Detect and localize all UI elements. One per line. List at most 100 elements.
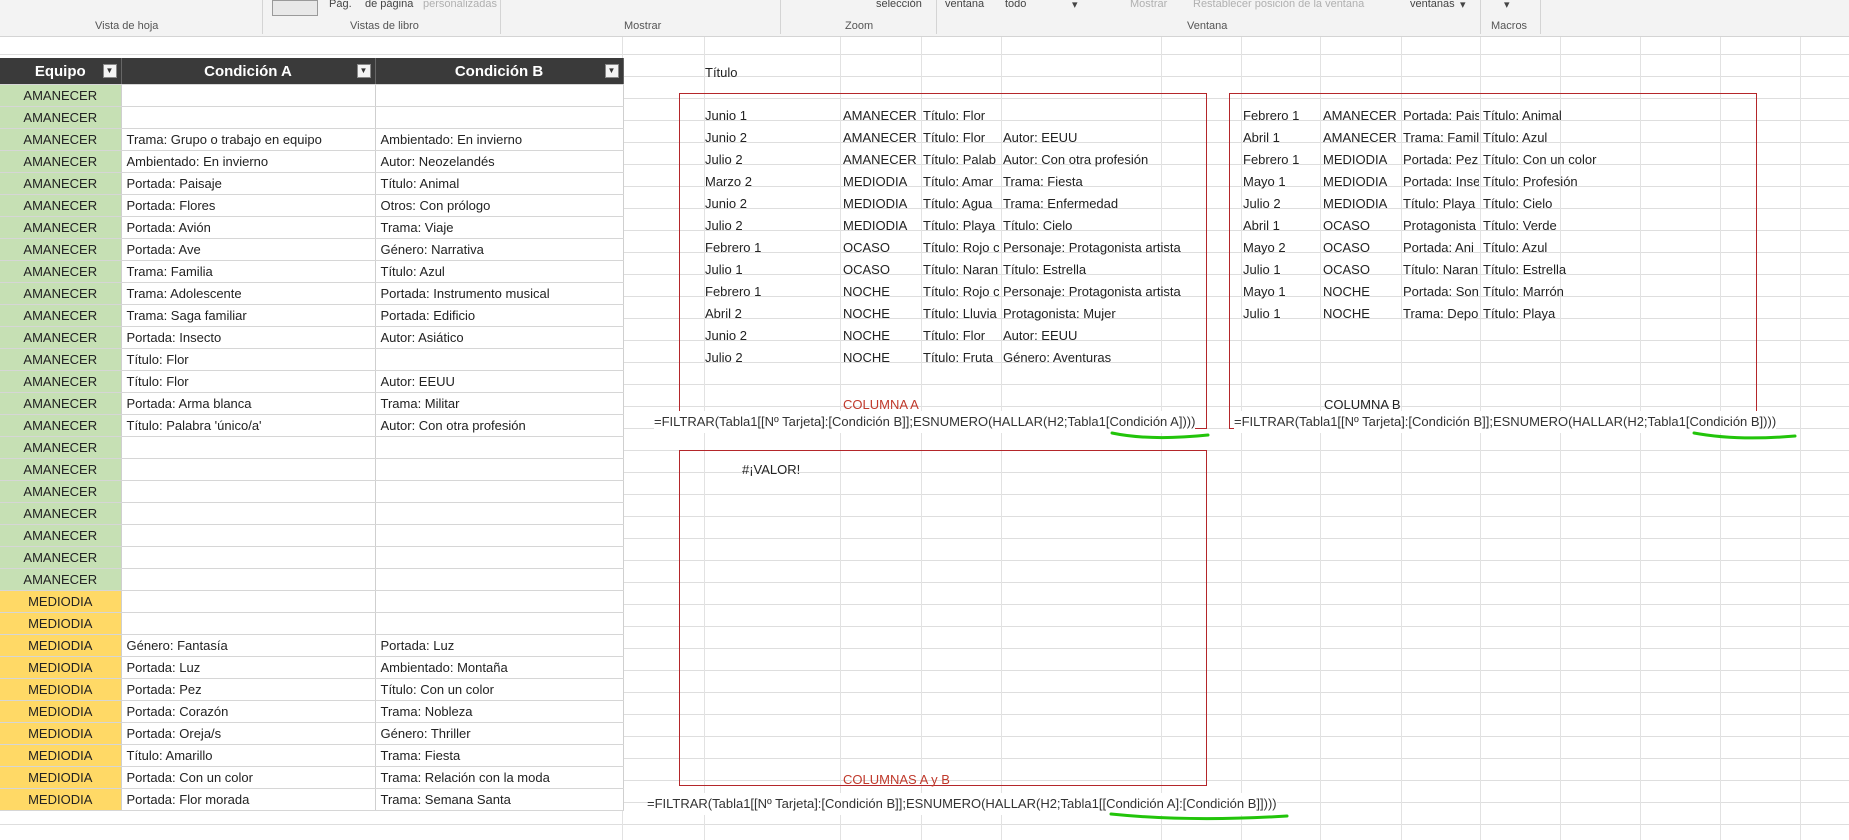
result-cell[interactable]: Título: Flor	[923, 326, 999, 346]
condition-a-cell[interactable]	[121, 106, 376, 129]
team-cell[interactable]: AMANECER	[0, 502, 122, 525]
page-layout-thumbnail[interactable]	[272, 0, 318, 16]
result-cell[interactable]: Título: Cielo	[1003, 216, 1199, 236]
result-cell[interactable]: NOCHE	[843, 304, 919, 324]
result-cell[interactable]: Título: Animal	[1483, 106, 1729, 126]
result-cell[interactable]: OCASO	[1323, 216, 1399, 236]
condition-b-cell[interactable]	[375, 106, 624, 129]
result-cell[interactable]: Mayo 1	[1243, 172, 1319, 192]
condition-a-cell[interactable]: Título: Amarillo	[121, 744, 376, 767]
result-cell[interactable]: Portada: Inse	[1403, 172, 1479, 192]
team-cell[interactable]: AMANECER	[0, 414, 122, 437]
result-cell[interactable]: AMANECER	[1323, 106, 1399, 126]
result-cell[interactable]: Junio 2	[705, 128, 839, 148]
result-cell[interactable]: Título: Azul	[1483, 238, 1729, 258]
team-cell[interactable]: AMANECER	[0, 84, 122, 107]
condition-b-cell[interactable]: Trama: Viaje	[375, 216, 624, 239]
result-cell[interactable]: Autor: EEUU	[1003, 326, 1199, 346]
condition-a-cell[interactable]	[121, 480, 376, 503]
condition-a-cell[interactable]: Portada: Luz	[121, 656, 376, 679]
result-cell[interactable]: Junio 2	[705, 194, 839, 214]
condition-b-cell[interactable]	[375, 84, 624, 107]
condition-b-cell[interactable]: Trama: Nobleza	[375, 700, 624, 723]
team-cell[interactable]: MEDIODIA	[0, 634, 122, 657]
result-cell[interactable]: Junio 2	[705, 326, 839, 346]
team-cell[interactable]: AMANECER	[0, 172, 122, 195]
worksheet[interactable]: Equipo ▼ Condición A ▼ Condición B ▼ AMANEC…	[0, 37, 1849, 840]
team-cell[interactable]: AMANECER	[0, 524, 122, 547]
condition-b-cell[interactable]: Trama: Relación con la moda	[375, 766, 624, 789]
condition-a-cell[interactable]: Título: Flor	[121, 348, 376, 371]
result-cell[interactable]: Título: Profesión	[1483, 172, 1729, 192]
team-cell[interactable]: AMANECER	[0, 392, 122, 415]
result-cell[interactable]: OCASO	[843, 260, 919, 280]
result-cell[interactable]: Título: Azul	[1483, 128, 1729, 148]
condition-a-cell[interactable]: Portada: Arma blanca	[121, 392, 376, 415]
ribbon-text-mostrar[interactable]: Mostrar	[1130, 0, 1167, 10]
ribbon-text-restablecer[interactable]: Restablecer posición de la ventana	[1193, 0, 1364, 10]
team-cell[interactable]: AMANECER	[0, 348, 122, 371]
condition-a-cell[interactable]	[121, 612, 376, 635]
result-cell[interactable]: Título: Flor	[923, 128, 999, 148]
condition-b-cell[interactable]	[375, 590, 624, 613]
result-cell[interactable]	[1003, 106, 1199, 126]
condition-b-cell[interactable]	[375, 348, 624, 371]
result-cell[interactable]: AMANECER	[843, 106, 919, 126]
chevron-down-icon[interactable]: ▾	[1072, 0, 1078, 11]
result-cell[interactable]: Título: Amar	[923, 172, 999, 192]
result-cell[interactable]: MEDIODIA	[1323, 194, 1399, 214]
cell-titulo[interactable]: Título	[705, 63, 738, 83]
team-cell[interactable]: MEDIODIA	[0, 766, 122, 789]
chevron-down-icon[interactable]: ▾	[1504, 0, 1510, 11]
header-condicion-b[interactable]: Condición B ▼	[375, 58, 624, 85]
condition-b-cell[interactable]: Autor: Con otra profesión	[375, 414, 624, 437]
result-cell[interactable]: Portada: Ani	[1403, 238, 1479, 258]
result-cell[interactable]: MEDIODIA	[1323, 150, 1399, 170]
condition-a-cell[interactable]: Portada: Insecto	[121, 326, 376, 349]
result-cell[interactable]: Julio 2	[1243, 194, 1319, 214]
header-equipo[interactable]: Equipo ▼	[0, 58, 122, 85]
condition-b-cell[interactable]: Ambientado: En invierno	[375, 128, 624, 151]
result-cell[interactable]: Marzo 2	[705, 172, 839, 192]
team-cell[interactable]: AMANECER	[0, 326, 122, 349]
result-cell[interactable]: Título: Lluvia	[923, 304, 999, 324]
result-cell[interactable]: Personaje: Protagonista artista	[1003, 238, 1199, 258]
condition-a-cell[interactable]: Trama: Grupo o trabajo en equipo	[121, 128, 376, 151]
result-cell[interactable]: Título: Fruta	[923, 348, 999, 368]
result-cell[interactable]: Título: Cielo	[1483, 194, 1729, 214]
result-cell[interactable]: Título: Playa	[923, 216, 999, 236]
result-cell[interactable]: Febrero 1	[705, 238, 839, 258]
condition-b-cell[interactable]	[375, 436, 624, 459]
condition-b-cell[interactable]	[375, 612, 624, 635]
team-cell[interactable]: AMANECER	[0, 194, 122, 217]
result-cell[interactable]: Trama: Famil	[1403, 128, 1479, 148]
result-cell[interactable]: Trama: Fiesta	[1003, 172, 1199, 192]
condition-a-cell[interactable]: Género: Fantasía	[121, 634, 376, 657]
team-cell[interactable]: AMANECER	[0, 128, 122, 151]
ribbon-text-de-pagina[interactable]: de página	[365, 0, 413, 10]
condition-a-cell[interactable]	[121, 458, 376, 481]
condition-a-cell[interactable]	[121, 546, 376, 569]
ribbon-text-personalizadas[interactable]: personalizadas	[423, 0, 497, 10]
result-cell[interactable]: Autor: EEUU	[1003, 128, 1199, 148]
result-cell[interactable]: Título: Marrón	[1483, 282, 1729, 302]
condition-b-cell[interactable]: Trama: Militar	[375, 392, 624, 415]
condition-b-cell[interactable]: Género: Narrativa	[375, 238, 624, 261]
filter-dropdown-icon[interactable]: ▼	[356, 64, 371, 78]
result-cell[interactable]: Protagonista: Mujer	[1003, 304, 1199, 324]
team-cell[interactable]: MEDIODIA	[0, 612, 122, 635]
condition-a-cell[interactable]: Portada: Corazón	[121, 700, 376, 723]
ribbon-text-todo[interactable]: todo	[1005, 0, 1026, 10]
result-cell[interactable]: Julio 1	[1243, 304, 1319, 324]
result-cell[interactable]: Título: Naran	[1403, 260, 1479, 280]
result-cell[interactable]: Título: Playa	[1483, 304, 1729, 324]
condition-b-cell[interactable]: Autor: Asiático	[375, 326, 624, 349]
team-cell[interactable]: AMANECER	[0, 216, 122, 239]
result-cell[interactable]: OCASO	[1323, 260, 1399, 280]
team-cell[interactable]: MEDIODIA	[0, 678, 122, 701]
result-cell[interactable]: Abril 2	[705, 304, 839, 324]
filter-dropdown-icon[interactable]: ▼	[102, 64, 117, 78]
result-cell[interactable]: MEDIODIA	[1323, 172, 1399, 192]
result-cell[interactable]: NOCHE	[843, 348, 919, 368]
result-cell[interactable]: Protagonista	[1403, 216, 1479, 236]
